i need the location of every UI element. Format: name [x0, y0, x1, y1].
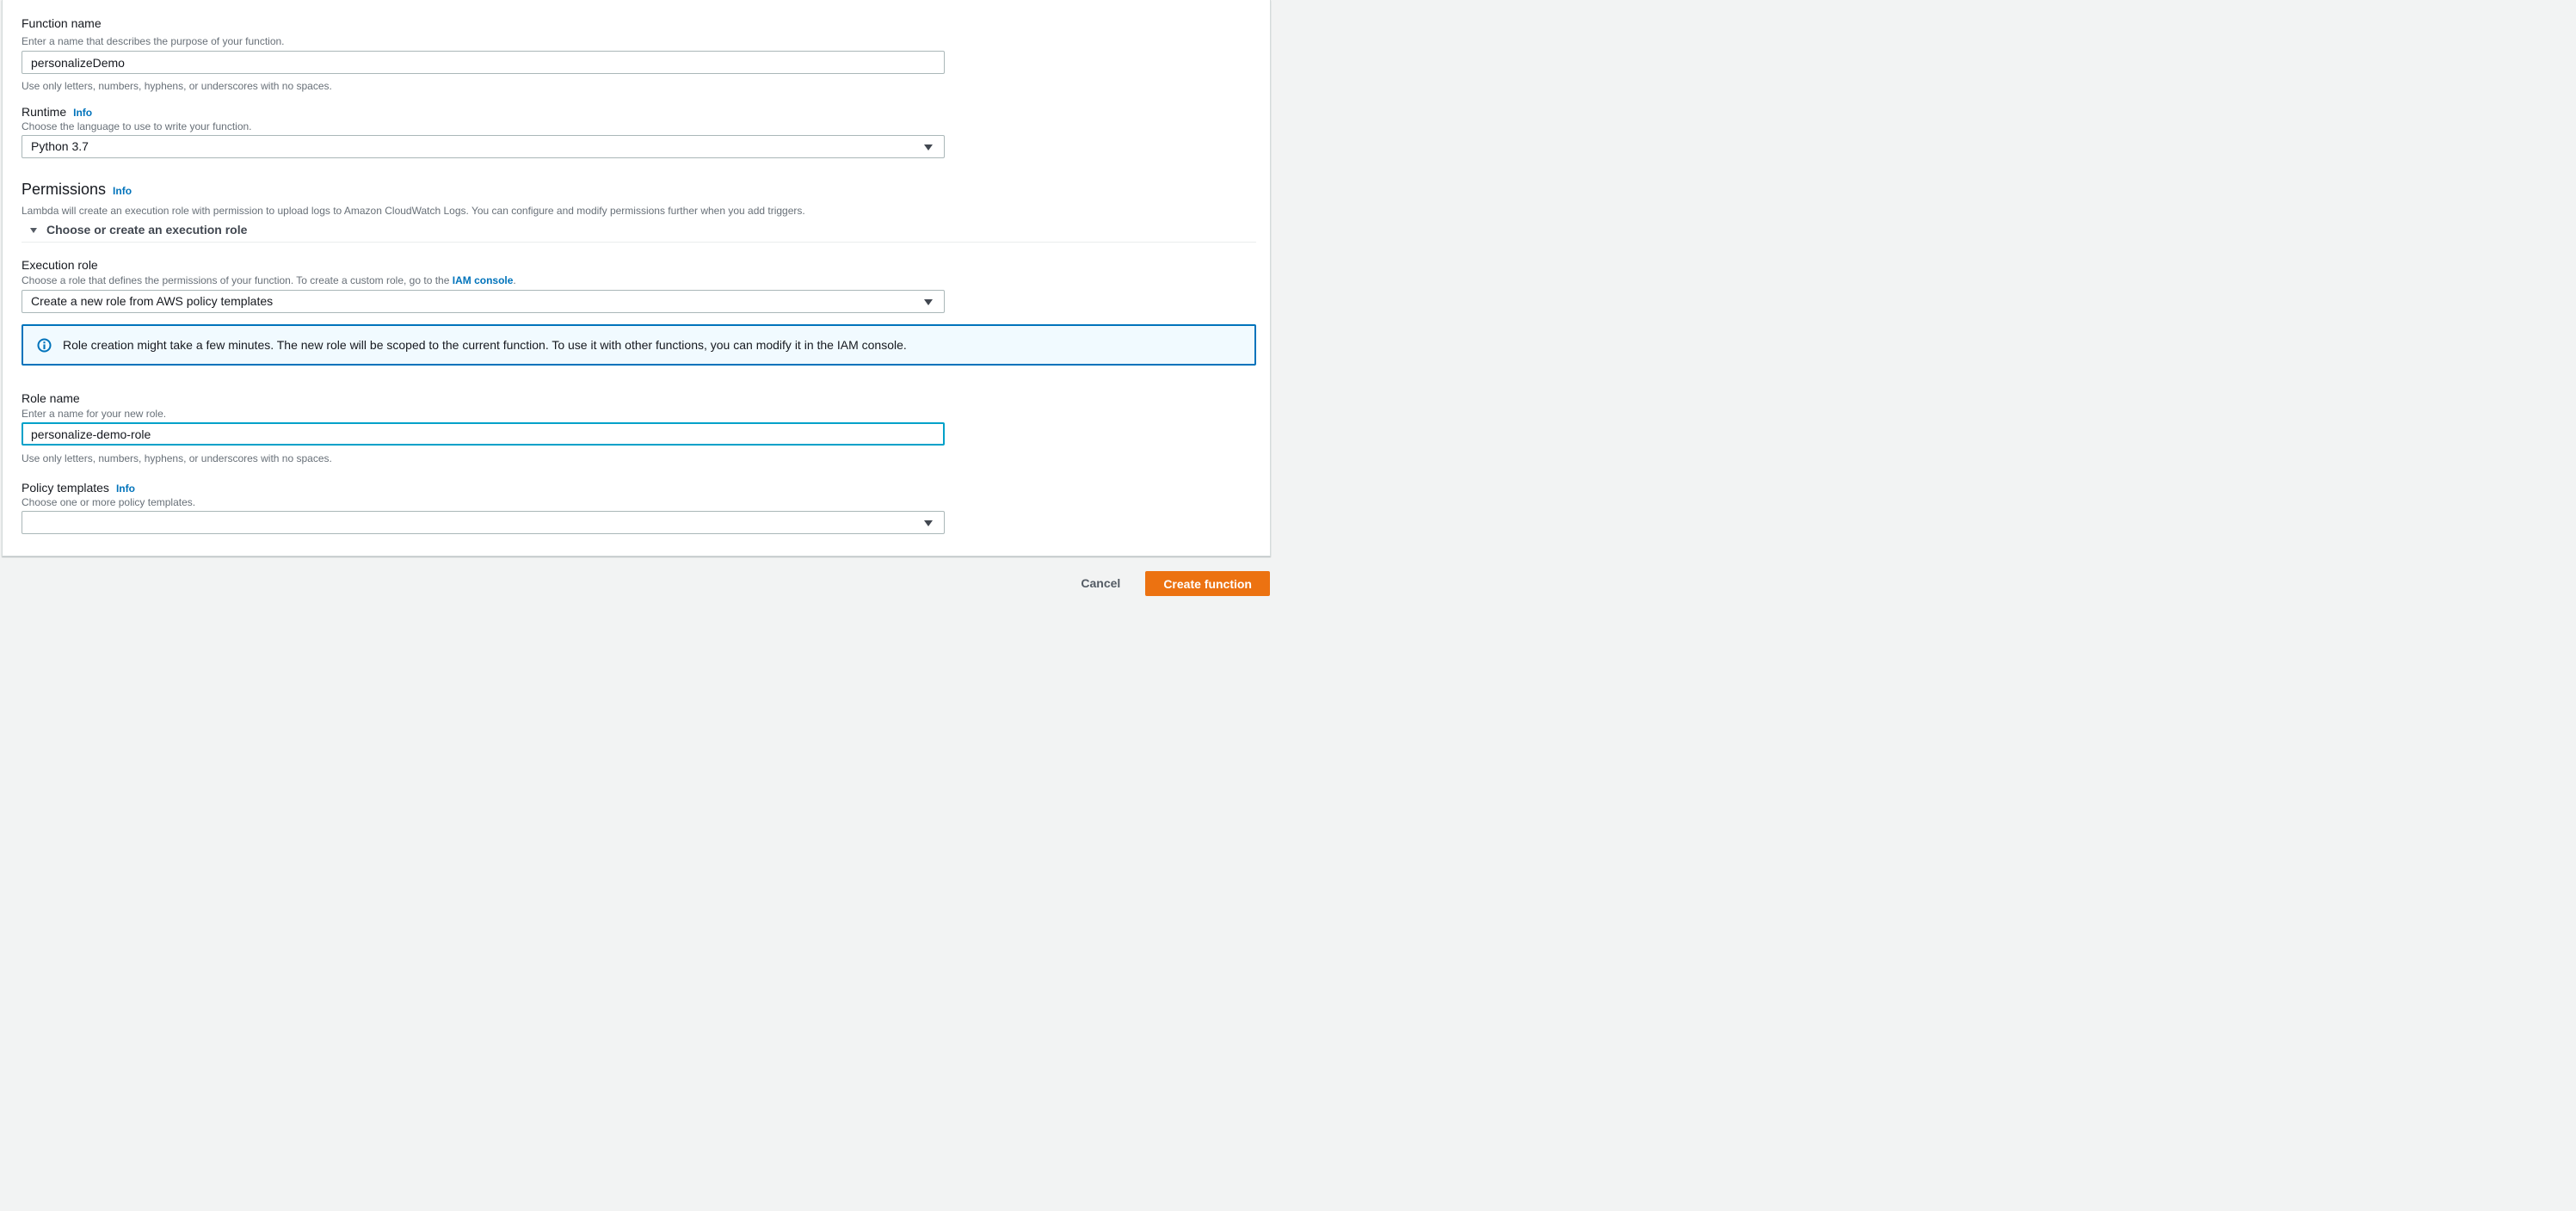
function-name-label: Function name: [22, 16, 102, 30]
form-actions: Cancel Create function: [1081, 571, 1270, 596]
caret-down-icon: [924, 144, 933, 151]
caret-down-icon: [924, 298, 933, 305]
function-name-input[interactable]: [22, 51, 945, 74]
role-name-label: Role name: [22, 391, 80, 405]
policy-templates-field: Policy templates Info Choose one or more…: [22, 481, 1253, 534]
role-name-input[interactable]: [22, 422, 945, 446]
runtime-select[interactable]: Python 3.7: [22, 135, 945, 158]
execution-role-description: Choose a role that defines the permissio…: [22, 274, 1253, 287]
function-name-constraint: Use only letters, numbers, hyphens, or u…: [22, 80, 332, 92]
runtime-info-link[interactable]: Info: [73, 107, 92, 119]
execution-role-description-period: .: [513, 274, 516, 286]
execution-role-expander[interactable]: Choose or create an execution role: [22, 223, 1253, 237]
role-name-field: Role name Enter a name for your new role…: [22, 391, 1253, 465]
iam-console-link[interactable]: IAM console: [453, 274, 514, 286]
policy-templates-label: Policy templates: [22, 481, 109, 495]
permissions-heading: Permissions: [22, 181, 107, 198]
function-name-field: Function name Enter a name that describe…: [22, 16, 1253, 93]
role-name-description: Enter a name for your new role.: [22, 408, 167, 420]
execution-role-selected-value: Create a new role from AWS policy templa…: [31, 294, 274, 308]
cancel-button[interactable]: Cancel: [1081, 571, 1120, 596]
role-creation-alert-text: Role creation might take a few minutes. …: [63, 338, 907, 352]
role-name-constraint: Use only letters, numbers, hyphens, or u…: [22, 452, 332, 464]
policy-templates-info-link[interactable]: Info: [116, 483, 135, 495]
policy-templates-select[interactable]: [22, 511, 945, 534]
section-divider: [22, 242, 1256, 243]
role-creation-info-alert: Role creation might take a few minutes. …: [22, 324, 1256, 366]
execution-role-select[interactable]: Create a new role from AWS policy templa…: [22, 290, 945, 313]
create-function-button[interactable]: Create function: [1145, 571, 1270, 596]
function-name-description: Enter a name that describes the purpose …: [22, 35, 285, 47]
runtime-label: Runtime: [22, 105, 67, 119]
caret-down-icon: [30, 227, 37, 233]
execution-role-expander-label: Choose or create an execution role: [46, 223, 248, 237]
permissions-section: Permissions Info Lambda will create an e…: [22, 179, 1256, 243]
policy-templates-description: Choose one or more policy templates.: [22, 496, 196, 508]
execution-role-label: Execution role: [22, 258, 98, 272]
create-function-form-card: Function name Enter a name that describe…: [2, 0, 1271, 556]
runtime-field: Runtime Info Choose the language to use …: [22, 105, 1253, 158]
permissions-description: Lambda will create an execution role wit…: [22, 205, 805, 217]
execution-role-field: Execution role Choose a role that define…: [22, 258, 1253, 313]
caret-down-icon: [924, 519, 933, 526]
runtime-description: Choose the language to use to write your…: [22, 120, 252, 132]
runtime-selected-value: Python 3.7: [31, 139, 89, 153]
permissions-info-link[interactable]: Info: [113, 185, 132, 197]
info-circle-icon: [37, 337, 52, 353]
execution-role-description-text: Choose a role that defines the permissio…: [22, 274, 453, 286]
